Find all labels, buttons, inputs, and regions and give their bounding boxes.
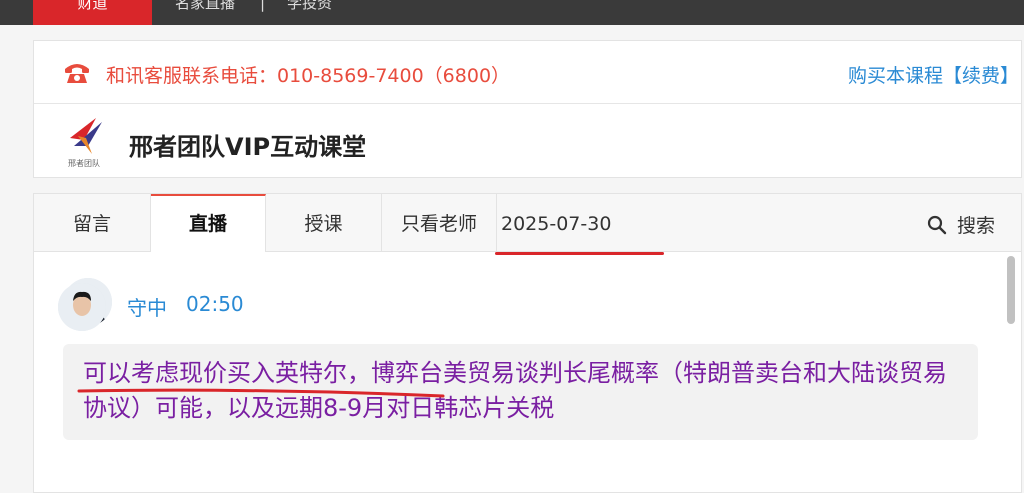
nav-divider: | bbox=[260, 0, 266, 12]
tab-messages[interactable]: 留言 bbox=[34, 194, 151, 251]
date-annotation-underline bbox=[495, 252, 664, 255]
search-button[interactable]: 搜索 bbox=[927, 211, 995, 238]
avatar[interactable] bbox=[58, 283, 106, 331]
course-title-row: 邢者团队 邢者团队VIP互动课堂 bbox=[34, 103, 1021, 178]
search-icon bbox=[927, 215, 947, 235]
scrollbar[interactable] bbox=[1004, 256, 1016, 492]
phone-icon bbox=[63, 60, 91, 88]
live-panel: 留言 直播 授课 只看老师 2025-07-30 搜索 守中 02:50 可以考… bbox=[33, 193, 1022, 493]
tab-live[interactable]: 直播 bbox=[151, 194, 266, 252]
course-title: 邢者团队VIP互动课堂 bbox=[129, 133, 367, 161]
search-label: 搜索 bbox=[956, 215, 995, 237]
tab-lecture[interactable]: 授课 bbox=[266, 194, 382, 251]
top-nav-bar: 财道 名家直播 | 学投资 bbox=[0, 0, 1024, 25]
course-header-panel: 和讯客服联系电话：010-8569-7400（6800） 购买本课程【续费】 邢… bbox=[33, 40, 1022, 178]
nav-item-famous-live[interactable]: 名家直播 bbox=[175, 0, 235, 25]
date-filter[interactable]: 2025-07-30 bbox=[497, 194, 611, 251]
scrollbar-thumb[interactable] bbox=[1007, 256, 1015, 324]
message-annotation-underline bbox=[77, 388, 445, 398]
tab-teacher-only[interactable]: 只看老师 bbox=[382, 194, 497, 251]
message-time: 02:50 bbox=[186, 292, 244, 316]
message-author: 守中 bbox=[127, 296, 167, 320]
nav-item-caidao[interactable]: 财道 bbox=[33, 0, 152, 25]
logo-caption: 邢者团队 bbox=[68, 159, 100, 168]
nav-item-learn-invest[interactable]: 学投资 bbox=[287, 0, 332, 25]
hotline-row: 和讯客服联系电话：010-8569-7400（6800） 购买本课程【续费】 bbox=[34, 41, 1021, 104]
hotline-text: 和讯客服联系电话：010-8569-7400（6800） bbox=[106, 65, 511, 87]
team-logo: 邢者团队 bbox=[66, 116, 108, 168]
tab-bar: 留言 直播 授课 只看老师 2025-07-30 搜索 bbox=[34, 194, 1021, 252]
buy-course-link[interactable]: 购买本课程【续费】 bbox=[848, 61, 1019, 88]
